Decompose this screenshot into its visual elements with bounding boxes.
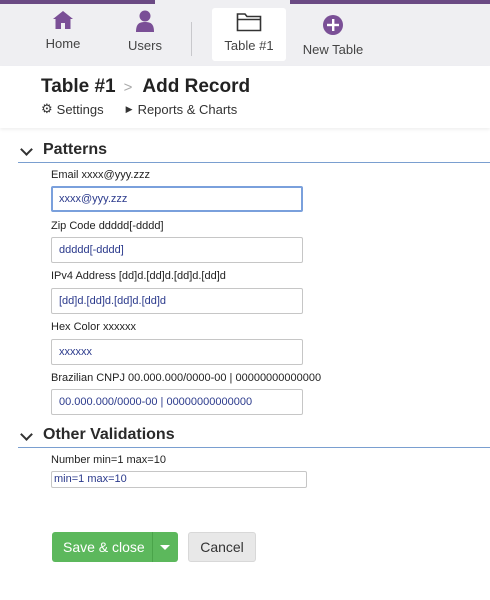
page-header: Table #1 > Add Record ⚙ Settings ▶ Repor… (0, 66, 490, 128)
settings-link[interactable]: ⚙ Settings (41, 101, 104, 117)
zip-field[interactable]: ddddd[-dddd] (51, 237, 303, 263)
top-nav: Home Users Table #1 New Table (0, 0, 490, 66)
nav-home[interactable]: Home (38, 10, 88, 51)
cnpj-label: Brazilian CNPJ 00.000.000/0000-00 | 0000… (51, 372, 322, 384)
ipv4-label: IPv4 Address [dd]d.[dd]d.[dd]d.[dd]d (51, 270, 226, 282)
nav-accent-bar (0, 0, 155, 4)
save-split-divider (152, 532, 153, 562)
nav-divider (191, 22, 192, 56)
hex-field[interactable]: xxxxxx (51, 339, 303, 365)
settings-label: Settings (56, 101, 104, 117)
section-patterns-title: Patterns (43, 141, 108, 158)
save-close-label: Save & close (63, 539, 145, 555)
save-close-button[interactable]: Save & close (52, 532, 178, 562)
section-patterns-header[interactable]: Patterns (18, 141, 490, 163)
home-icon (53, 11, 73, 29)
nav-table-label: Table #1 (224, 38, 274, 53)
gear-icon: ⚙ (41, 101, 53, 116)
page-title: Add Record (142, 76, 251, 97)
email-field[interactable]: xxxx@yyy.zzz (51, 186, 303, 212)
plus-circle-icon (323, 15, 343, 35)
nav-new-table[interactable]: New Table (300, 14, 366, 57)
reports-link[interactable]: ▶ Reports & Charts (126, 102, 238, 117)
nav-users-label: Users (128, 38, 162, 53)
hex-label: Hex Color xxxxxx (51, 321, 136, 333)
cnpj-field[interactable]: 00.000.000/0000-00 | 00000000000000 (51, 389, 303, 415)
nav-new-table-label: New Table (302, 42, 364, 57)
zip-label: Zip Code ddddd[-dddd] (51, 220, 164, 232)
nav-accent-bar (290, 0, 490, 4)
nav-home-label: Home (45, 36, 81, 51)
reports-label: Reports & Charts (137, 101, 238, 117)
breadcrumb-separator: > (123, 78, 133, 96)
breadcrumb: Table #1 > Add Record (41, 76, 250, 98)
caret-right-icon: ▶ (125, 103, 133, 114)
ipv4-field[interactable]: [dd]d.[dd]d.[dd]d.[dd]d (51, 288, 303, 314)
nav-table-1[interactable]: Table #1 (212, 8, 286, 61)
breadcrumb-table-link[interactable]: Table #1 (41, 76, 116, 98)
section-other-validations-title: Other Validations (43, 426, 175, 443)
user-icon (136, 10, 154, 32)
chevron-down-icon (20, 428, 33, 441)
number-field[interactable]: min=1 max=10 (51, 471, 307, 488)
section-other-validations-header[interactable]: Other Validations (18, 426, 490, 448)
email-label: Email xxxx@yyy.zzz (51, 169, 150, 181)
folder-icon (236, 13, 262, 32)
caret-down-icon[interactable] (160, 545, 170, 550)
nav-users[interactable]: Users (122, 10, 168, 53)
sub-nav: ⚙ Settings ▶ Reports & Charts (41, 101, 237, 117)
chevron-down-icon (20, 143, 33, 156)
number-label: Number min=1 max=10 (51, 454, 166, 466)
cancel-button[interactable]: Cancel (188, 532, 256, 562)
